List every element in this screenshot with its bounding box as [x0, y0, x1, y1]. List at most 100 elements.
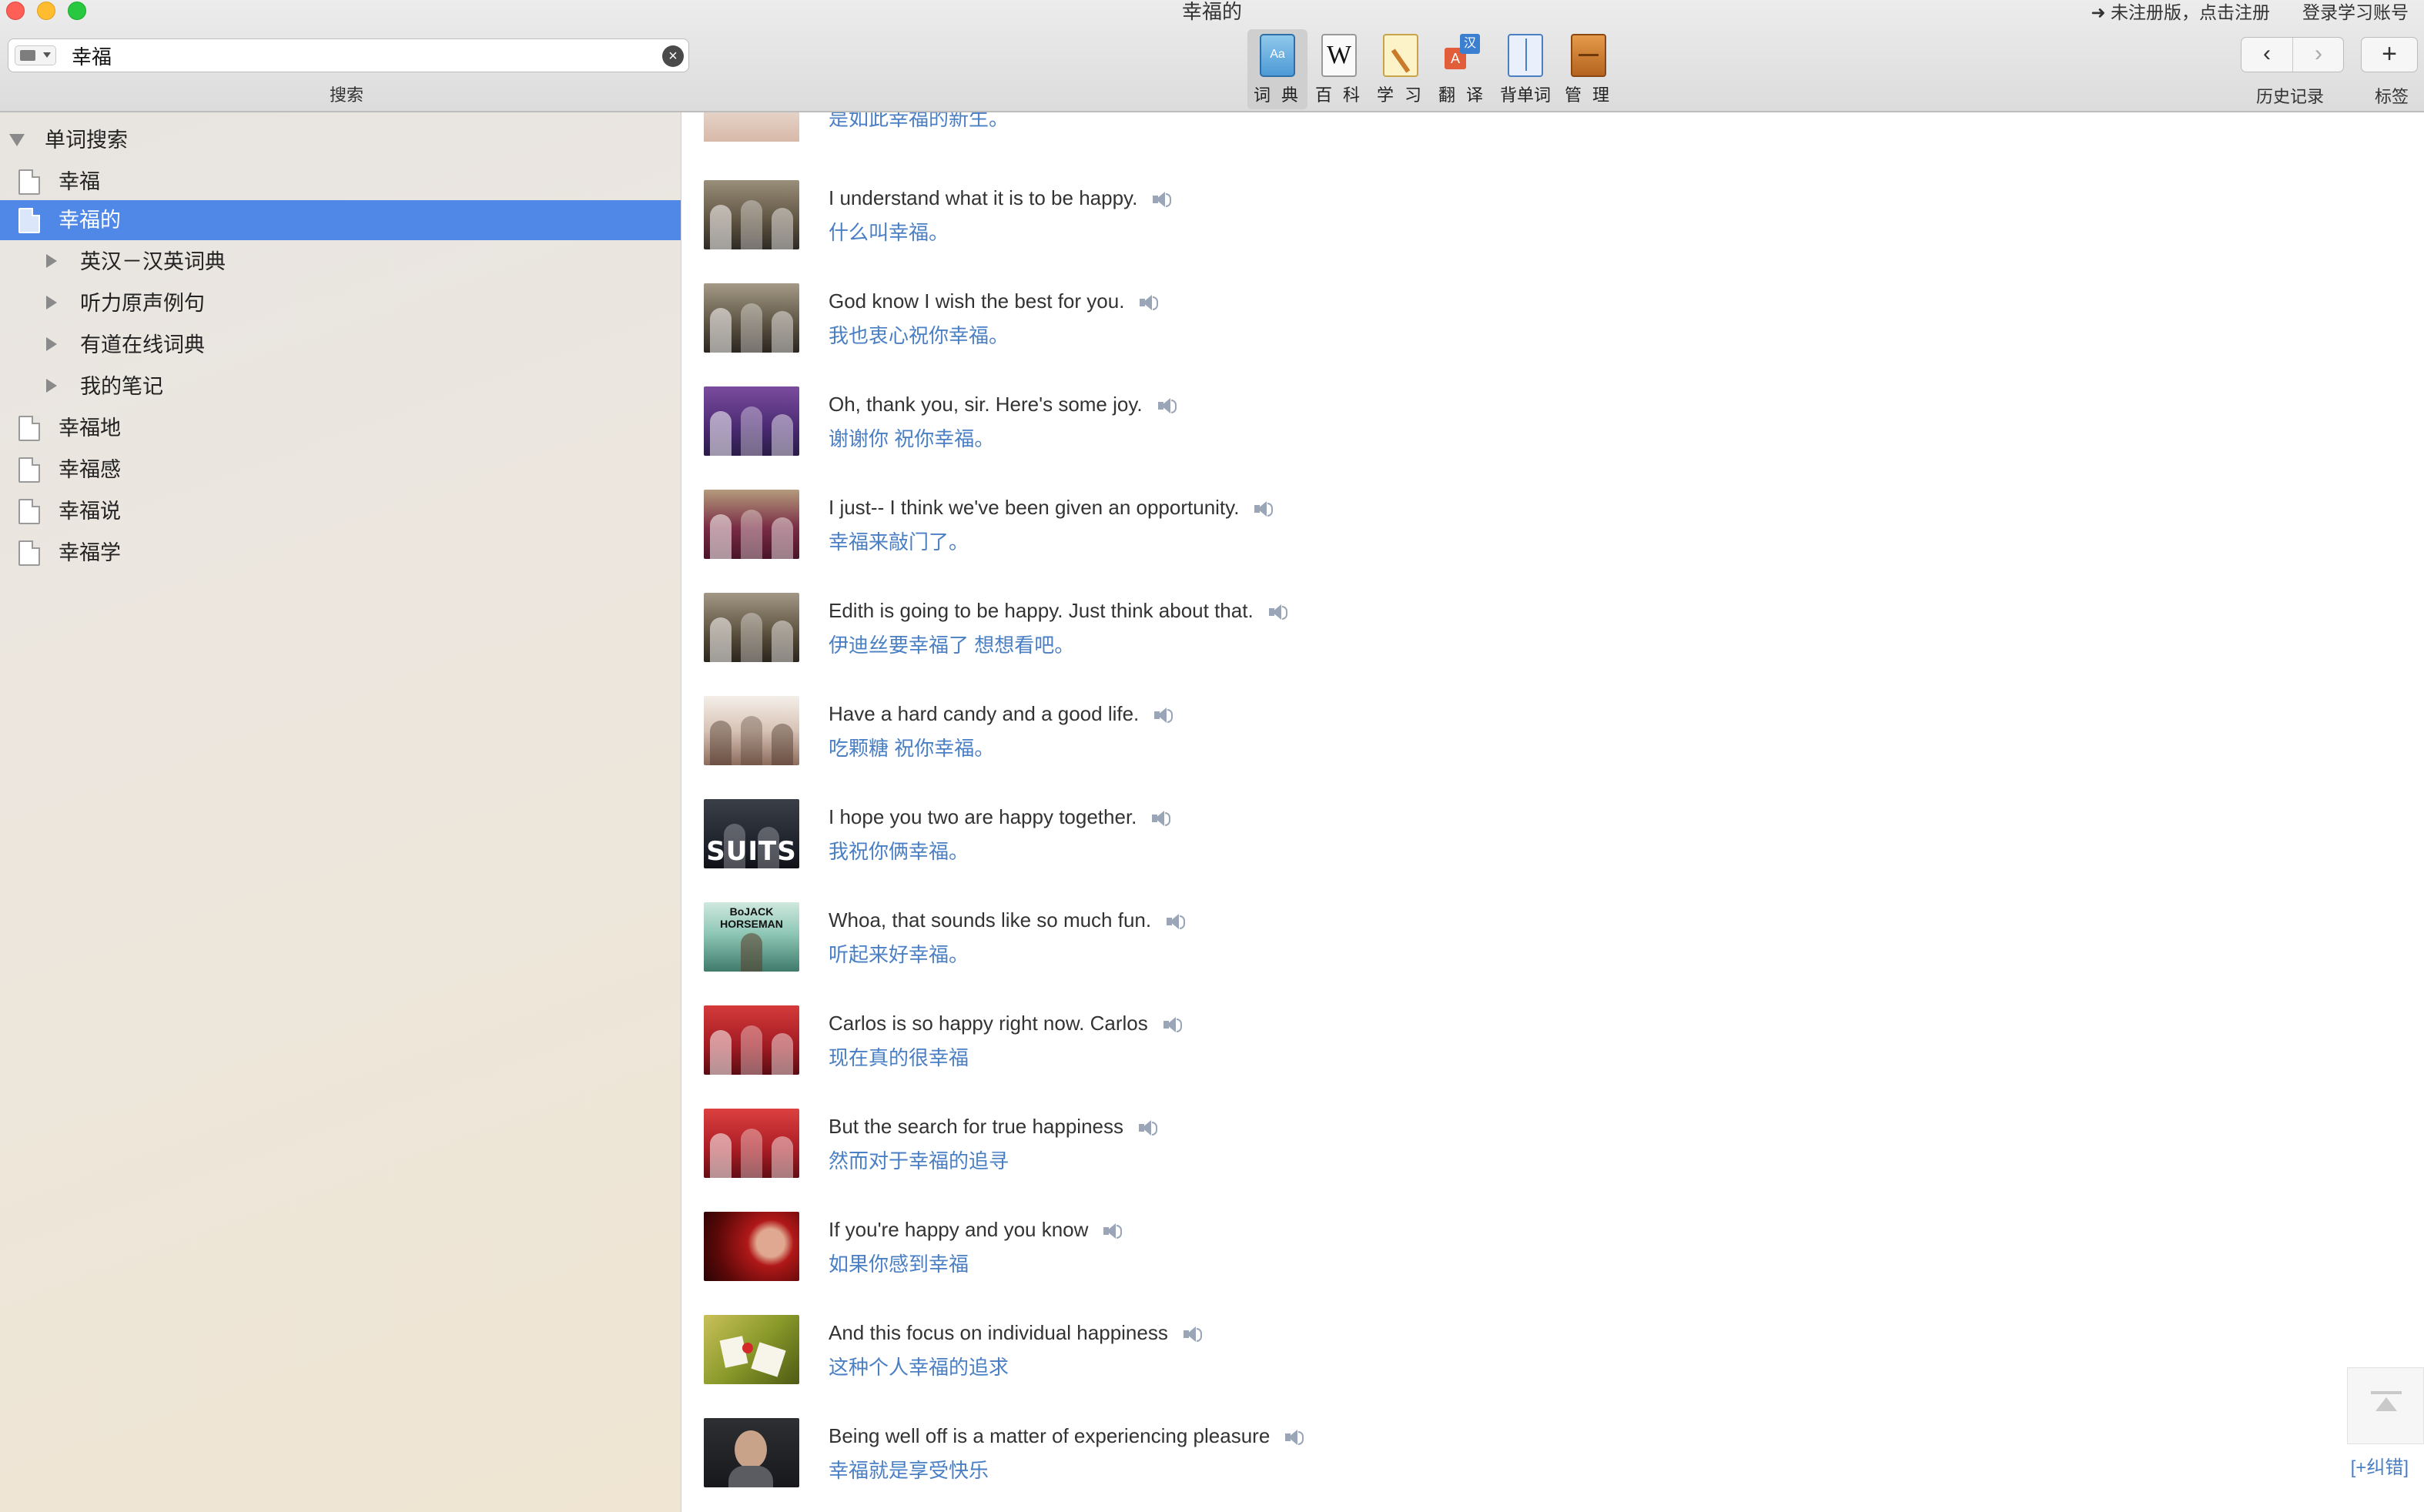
sidebar-item-label: 我的笔记	[80, 375, 163, 398]
back-to-top-button[interactable]	[2347, 1367, 2424, 1444]
example-english-text: Whoa, that sounds like so much fun.	[829, 908, 1152, 932]
document-icon	[18, 457, 40, 483]
example-thumbnail	[704, 1005, 799, 1075]
speaker-icon[interactable]	[1267, 603, 1287, 621]
example-row: I understand what it is to be happy. 什么叫…	[704, 180, 1782, 257]
example-english: Carlos is so happy right now. Carlos	[829, 1012, 1182, 1035]
example-translation: 什么叫幸福。	[829, 221, 949, 244]
clear-search-icon[interactable]: ×	[662, 45, 684, 67]
tool-translate-button[interactable]: A 汉 翻 译	[1432, 29, 1492, 109]
sidebar-item-xingfudi[interactable]: 幸福地	[0, 408, 681, 448]
translate-icon-zh: 汉	[1460, 34, 1480, 54]
example-translation: 现在真的很幸福	[829, 1046, 969, 1069]
disclosure-closed-icon[interactable]	[46, 337, 57, 351]
search-box: ×	[8, 38, 689, 72]
tool-manage-button[interactable]: 管 理	[1559, 29, 1619, 109]
tool-wordbook-button[interactable]: 背单词	[1495, 29, 1555, 109]
speaker-icon[interactable]	[1151, 190, 1172, 209]
sidebar-item-label: 幸福感	[59, 458, 121, 481]
thumbnail-caption: SUITS	[706, 836, 797, 867]
example-english-text: Being well off is a matter of experienci…	[829, 1424, 1271, 1447]
disclosure-closed-icon[interactable]	[46, 296, 57, 309]
speaker-icon[interactable]	[1284, 1428, 1304, 1447]
wordbook-icon	[1508, 34, 1543, 77]
forward-button[interactable]: ›	[2293, 38, 2344, 72]
sidebar-root-word-search[interactable]: 单词搜索	[0, 120, 681, 160]
tool-study-button[interactable]: 学 习	[1371, 29, 1431, 109]
disclosure-closed-icon[interactable]	[46, 379, 57, 393]
speaker-icon[interactable]	[1162, 1015, 1182, 1034]
register-link[interactable]: ➜ 未注册版，点击注册	[2091, 0, 2270, 25]
tool-label: 背单词	[1499, 85, 1551, 105]
sidebar-item-en-cn-dict[interactable]: 英汉－汉英词典	[0, 242, 681, 282]
tool-wikipedia-button[interactable]: W 百 科	[1309, 29, 1369, 109]
speaker-icon[interactable]	[1153, 706, 1173, 724]
disclosure-open-icon[interactable]	[9, 134, 25, 146]
speaker-icon[interactable]	[1138, 293, 1159, 312]
example-translation: 谢谢你 祝你幸福。	[829, 427, 995, 450]
history-caption: 历史记录	[2256, 87, 2325, 106]
sidebar-item-my-notes[interactable]: 我的笔记	[0, 366, 681, 406]
sidebar-item-listening-examples[interactable]: 听力原声例句	[0, 283, 681, 323]
document-icon	[18, 208, 40, 233]
report-error-link[interactable]: [+纠错]	[2351, 1452, 2409, 1479]
add-bookmark-button[interactable]: +	[2361, 37, 2418, 72]
tool-label: 管 理	[1564, 85, 1613, 105]
sidebar-item-youdao-online[interactable]: 有道在线词典	[0, 325, 681, 365]
sidebar-item-label: 幸福地	[59, 416, 121, 440]
sidebar-item-xingfushuo[interactable]: 幸福说	[0, 491, 681, 531]
sidebar-item-xingfuxue[interactable]: 幸福学	[0, 533, 681, 573]
example-row: But the search for true happiness 然而对于幸福…	[704, 1109, 1782, 1186]
study-icon	[1383, 34, 1418, 77]
speaker-icon[interactable]	[1150, 809, 1171, 828]
example-english-text: If you're happy and you know	[829, 1218, 1089, 1241]
dictionary-icon: Aa	[1260, 34, 1295, 77]
speaker-icon[interactable]	[1137, 1119, 1158, 1137]
tool-label: 百 科	[1314, 85, 1364, 105]
search-type-dropdown[interactable]	[15, 45, 56, 65]
speaker-icon[interactable]	[1182, 1325, 1202, 1343]
example-thumbnail	[704, 1212, 799, 1281]
example-thumbnail	[704, 180, 799, 249]
history-nav: ‹ ›	[2241, 37, 2344, 72]
sidebar-item-label: 幸福学	[59, 541, 121, 564]
example-row: SUITS I hope you two are happy together.…	[704, 799, 1782, 876]
example-english: God know I wish the best for you.	[829, 289, 1159, 313]
example-english: Edith is going to be happy. Just think a…	[829, 599, 1287, 623]
sidebar-item-xingfu[interactable]: 幸福	[0, 162, 681, 202]
example-translation: 听起来好幸福。	[829, 943, 969, 966]
speaker-icon[interactable]	[1157, 396, 1177, 415]
example-thumbnail	[704, 1418, 799, 1487]
thumbnail-caption: BoJACK HORSEMAN	[720, 905, 783, 930]
example-thumbnail	[704, 112, 799, 142]
speaker-icon[interactable]	[1102, 1222, 1123, 1240]
example-english: I hope you two are happy together.	[829, 805, 1171, 829]
example-english-text: I just-- I think we've been given an opp…	[829, 496, 1240, 519]
example-translation: 是如此幸福的新生。	[829, 112, 1009, 130]
disclosure-closed-icon[interactable]	[46, 254, 57, 268]
translate-icon: A 汉	[1445, 34, 1480, 77]
document-icon	[18, 499, 40, 524]
sidebar-item-xingfugan[interactable]: 幸福感	[0, 450, 681, 490]
example-thumbnail	[704, 283, 799, 353]
example-english-text: I understand what it is to be happy.	[829, 186, 1138, 209]
speaker-icon[interactable]	[1165, 912, 1186, 931]
example-row: BoJACK HORSEMAN Whoa, that sounds like s…	[704, 902, 1782, 979]
bookmark-caption: 标签	[2375, 87, 2409, 106]
example-thumbnail: BoJACK HORSEMAN	[704, 902, 799, 972]
search-input[interactable]	[72, 42, 657, 69]
example-english-text: Have a hard candy and a good life.	[829, 702, 1140, 725]
sidebar-item-label: 幸福	[59, 170, 100, 193]
document-icon	[18, 169, 40, 195]
tool-label: 学 习	[1376, 85, 1425, 105]
tool-dictionary-button[interactable]: Aa 词 典	[1247, 29, 1307, 109]
example-thumbnail	[704, 696, 799, 765]
sidebar-item-xingfude[interactable]: 幸福的	[0, 200, 681, 240]
login-link[interactable]: 登录学习账号	[2302, 0, 2409, 25]
example-english: Have a hard candy and a good life.	[829, 702, 1173, 726]
example-translation: 然而对于幸福的追寻	[829, 1149, 1009, 1172]
speaker-icon[interactable]	[1253, 500, 1274, 518]
back-button[interactable]: ‹	[2242, 38, 2293, 72]
document-icon	[18, 416, 40, 441]
example-english: Oh, thank you, sir. Here's some joy.	[829, 393, 1177, 416]
